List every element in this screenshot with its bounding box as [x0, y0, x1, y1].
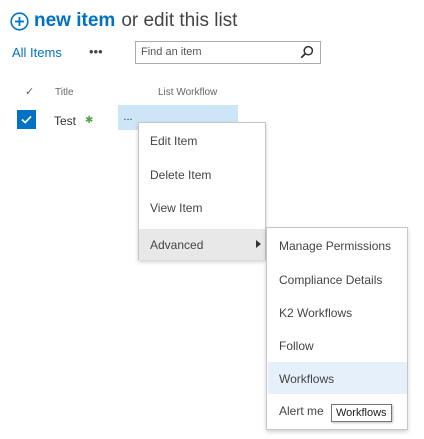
- column-header-title[interactable]: Title: [55, 87, 74, 98]
- search-input[interactable]: Find an item: [135, 41, 321, 64]
- submenu-item-compliance-details[interactable]: Compliance Details: [279, 273, 382, 287]
- new-item-icon: ✱: [85, 115, 94, 126]
- menu-item-advanced-label: Advanced: [150, 238, 204, 252]
- submenu-item-alert-me[interactable]: Alert me: [279, 404, 324, 418]
- submenu-arrow-icon: [256, 240, 261, 248]
- edit-list-text[interactable]: or edit this list: [121, 10, 237, 32]
- submenu-item-follow[interactable]: Follow: [279, 339, 314, 353]
- row-select-checkbox[interactable]: [17, 110, 36, 129]
- submenu-item-workflows[interactable]: Workflows: [279, 372, 334, 386]
- column-header-list-workflow[interactable]: List Workflow: [158, 87, 217, 98]
- checkmark-icon: [21, 115, 32, 124]
- open-menu-ellipsis-button[interactable]: ...: [120, 109, 136, 129]
- submenu-item-k2-workflows[interactable]: K2 Workflows: [279, 306, 352, 320]
- add-circle-icon[interactable]: [10, 11, 29, 31]
- advanced-submenu: Manage Permissions Compliance Details K2…: [266, 227, 408, 430]
- menu-item-view-item[interactable]: View Item: [150, 201, 202, 215]
- select-all-checkmark[interactable]: ✓: [25, 85, 34, 98]
- item-title-link[interactable]: Test: [54, 114, 76, 128]
- new-item-link[interactable]: new item: [34, 10, 115, 32]
- search-placeholder: Find an item: [141, 46, 202, 58]
- workflows-tooltip: Workflows: [331, 404, 392, 422]
- menu-item-edit-item[interactable]: Edit Item: [150, 134, 197, 148]
- item-context-menu: Edit Item Delete Item View Item Advanced: [138, 122, 266, 260]
- more-views-button[interactable]: •••: [89, 44, 103, 59]
- new-item-bar: new item or edit this list: [10, 8, 237, 34]
- search-icon[interactable]: [300, 45, 314, 59]
- menu-item-advanced[interactable]: Advanced: [139, 229, 265, 260]
- submenu-item-manage-permissions[interactable]: Manage Permissions: [279, 239, 391, 253]
- menu-item-delete-item[interactable]: Delete Item: [150, 168, 211, 182]
- view-all-items-tab[interactable]: All Items: [12, 45, 62, 60]
